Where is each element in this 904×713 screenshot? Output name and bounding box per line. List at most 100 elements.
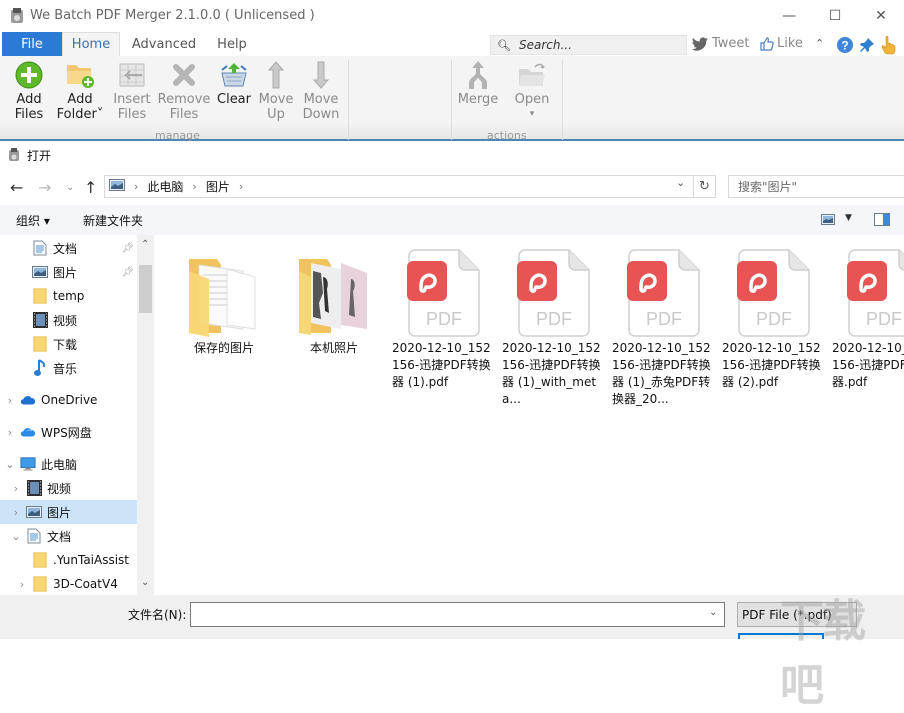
address-dropdown-icon[interactable]: ⌄ — [676, 176, 685, 189]
folder-item[interactable]: 保存的图片 — [169, 248, 279, 357]
nav-item[interactable]: 图片 📌︎ — [0, 260, 137, 284]
tab-home[interactable]: Home — [62, 32, 120, 56]
nav-item[interactable]: 音乐 — [0, 356, 137, 380]
collapsed-chevron-icon[interactable]: › — [4, 394, 16, 407]
nav-item[interactable]: ⌄ 此电脑 — [0, 452, 137, 476]
forward-arrow-icon: → — [38, 178, 52, 197]
tab-help[interactable]: Help — [210, 32, 254, 56]
remove-files-label-1: Remove — [157, 92, 211, 107]
add-files-label-2: Files — [14, 107, 44, 122]
add-folder-button[interactable]: Add Folder˅ — [56, 60, 104, 122]
new-folder-button[interactable]: 新建文件夹 — [83, 212, 143, 229]
folder-icon — [32, 576, 48, 592]
move-up-label-1: Move — [258, 92, 294, 107]
tweet-button[interactable]: Tweet — [691, 36, 750, 51]
nav-item[interactable]: ⌄ 文档 — [0, 524, 137, 548]
group-label-actions: actions — [487, 129, 527, 142]
pdf-file-item[interactable]: PDF 2020-12-10_152156-迅捷PDF转换器 (1).pdf — [389, 248, 499, 391]
collapsed-chevron-icon[interactable]: › — [10, 506, 22, 519]
nav-item-label: 图片 — [53, 265, 78, 280]
move-up-label-2: Up — [267, 107, 285, 122]
maximize-button[interactable]: ☐ — [812, 0, 858, 32]
up-button[interactable]: ↑ — [84, 178, 97, 197]
scroll-down-icon[interactable]: ⌄ — [141, 577, 149, 588]
move-down-icon — [306, 60, 336, 90]
merge-icon — [463, 60, 493, 90]
collapsed-chevron-icon[interactable]: › — [16, 578, 28, 591]
breadcrumb-this-pc[interactable]: 此电脑 — [147, 178, 183, 195]
nav-pane-scroll-thumb[interactable] — [139, 265, 152, 313]
expanded-chevron-icon[interactable]: ⌄ — [4, 458, 16, 471]
nav-item-label: 视频 — [47, 481, 72, 496]
clear-label: Clear — [217, 92, 251, 107]
tab-advanced[interactable]: Advanced — [126, 32, 202, 56]
video-icon — [26, 480, 42, 496]
hand-pointer-icon[interactable] — [880, 35, 898, 58]
tab-file[interactable]: File — [2, 32, 62, 56]
folder-search-input[interactable]: 搜索"图片" — [728, 175, 904, 198]
nav-item[interactable]: 视频 — [0, 308, 137, 332]
move-down-label-1: Move — [303, 92, 339, 107]
add-files-label-1: Add — [16, 92, 42, 107]
pdf-file-item[interactable]: PDF 2020-12-10_152156-迅捷PDF转换器.pdf — [829, 248, 904, 391]
app-icon — [10, 8, 24, 24]
maximize-icon: ☐ — [828, 8, 842, 24]
remove-files-button[interactable]: Remove Files — [157, 60, 211, 122]
nav-item[interactable]: › OneDrive — [0, 388, 137, 412]
file-name: 2020-12-10_152156-迅捷PDF转换器 (1).pdf — [392, 341, 491, 389]
filename-input[interactable] — [190, 602, 725, 627]
insert-files-label-1: Insert — [113, 92, 151, 107]
nav-item[interactable]: › WPS网盘 — [0, 420, 137, 444]
refresh-button[interactable]: ↻ — [694, 175, 716, 198]
insert-files-button[interactable]: Insert Files — [108, 60, 156, 122]
expanded-chevron-icon[interactable]: ⌄ — [10, 530, 22, 543]
forward-button[interactable]: → — [38, 178, 51, 197]
ribbon-search-input[interactable]: 🔍︎ Search... — [490, 35, 687, 55]
pdf-file-item[interactable]: PDF 2020-12-10_152156-迅捷PDF转换器 (2).pdf — [719, 248, 829, 391]
collapse-ribbon-icon[interactable]: ⌃ — [815, 37, 824, 50]
merge-button[interactable]: Merge — [454, 60, 502, 107]
nav-item[interactable]: › 3D-CoatV4 — [0, 572, 137, 596]
open-button[interactable]: Open ▾ — [508, 60, 556, 122]
scroll-up-icon[interactable]: ⌃ — [141, 239, 149, 250]
open-folder-icon — [517, 60, 547, 90]
file-name: 2020-12-10_152156-迅捷PDF转换器.pdf — [832, 341, 904, 389]
help-icon[interactable]: ? — [836, 36, 854, 57]
add-files-button[interactable]: Add Files — [5, 60, 53, 122]
nav-item[interactable]: › 视频 — [0, 476, 137, 500]
address-bar[interactable]: › 此电脑 › 图片 › — [104, 175, 694, 198]
nav-item[interactable]: temp — [0, 284, 137, 308]
nav-item[interactable]: 文档 📌︎ — [0, 236, 137, 260]
pin-icon[interactable] — [858, 36, 876, 57]
change-view-icon[interactable] — [821, 214, 835, 228]
view-options-dropdown-icon[interactable]: ▼ — [845, 213, 852, 223]
organize-menu[interactable]: 组织 ▾ — [16, 212, 50, 229]
clear-button[interactable]: Clear — [210, 60, 258, 107]
preview-pane-icon[interactable] — [874, 213, 890, 229]
pdf-file-item[interactable]: PDF 2020-12-10_152156-迅捷PDF转换器 (1)_赤兔PDF转… — [609, 248, 719, 408]
nav-item[interactable]: › 图片 — [0, 500, 137, 524]
filename-dropdown-icon[interactable]: ⌄ — [709, 607, 717, 618]
pinned-icon: 📌︎ — [121, 266, 134, 278]
move-up-button[interactable]: Move Up — [252, 60, 300, 122]
folder-item[interactable]: 本机照片 — [279, 248, 389, 357]
folder-icon — [294, 248, 374, 338]
pdf-file-item[interactable]: PDF 2020-12-10_152156-迅捷PDF转换器 (1)_with_m… — [499, 248, 609, 408]
nav-item-label: OneDrive — [41, 393, 98, 407]
collapsed-chevron-icon[interactable]: › — [4, 426, 16, 439]
back-button[interactable]: ← — [10, 178, 23, 197]
dialog-app-icon — [8, 148, 20, 162]
nav-item[interactable]: 下载 — [0, 332, 137, 356]
group-separator — [348, 60, 349, 140]
like-label: Like — [777, 36, 803, 51]
minimize-button[interactable]: — — [766, 0, 812, 32]
like-button[interactable]: Like — [760, 36, 803, 51]
collapsed-chevron-icon[interactable]: › — [10, 482, 22, 495]
dialog-title-bar — [0, 143, 904, 171]
breadcrumb-pictures[interactable]: 图片 — [206, 178, 230, 195]
recent-locations-button[interactable]: ⌄ — [66, 182, 74, 193]
nav-item[interactable]: .YunTaiAssist — [0, 548, 137, 572]
nav-item-label: 文档 — [53, 241, 78, 256]
close-button[interactable]: ✕ — [858, 0, 904, 32]
move-down-button[interactable]: Move Down — [297, 60, 345, 122]
